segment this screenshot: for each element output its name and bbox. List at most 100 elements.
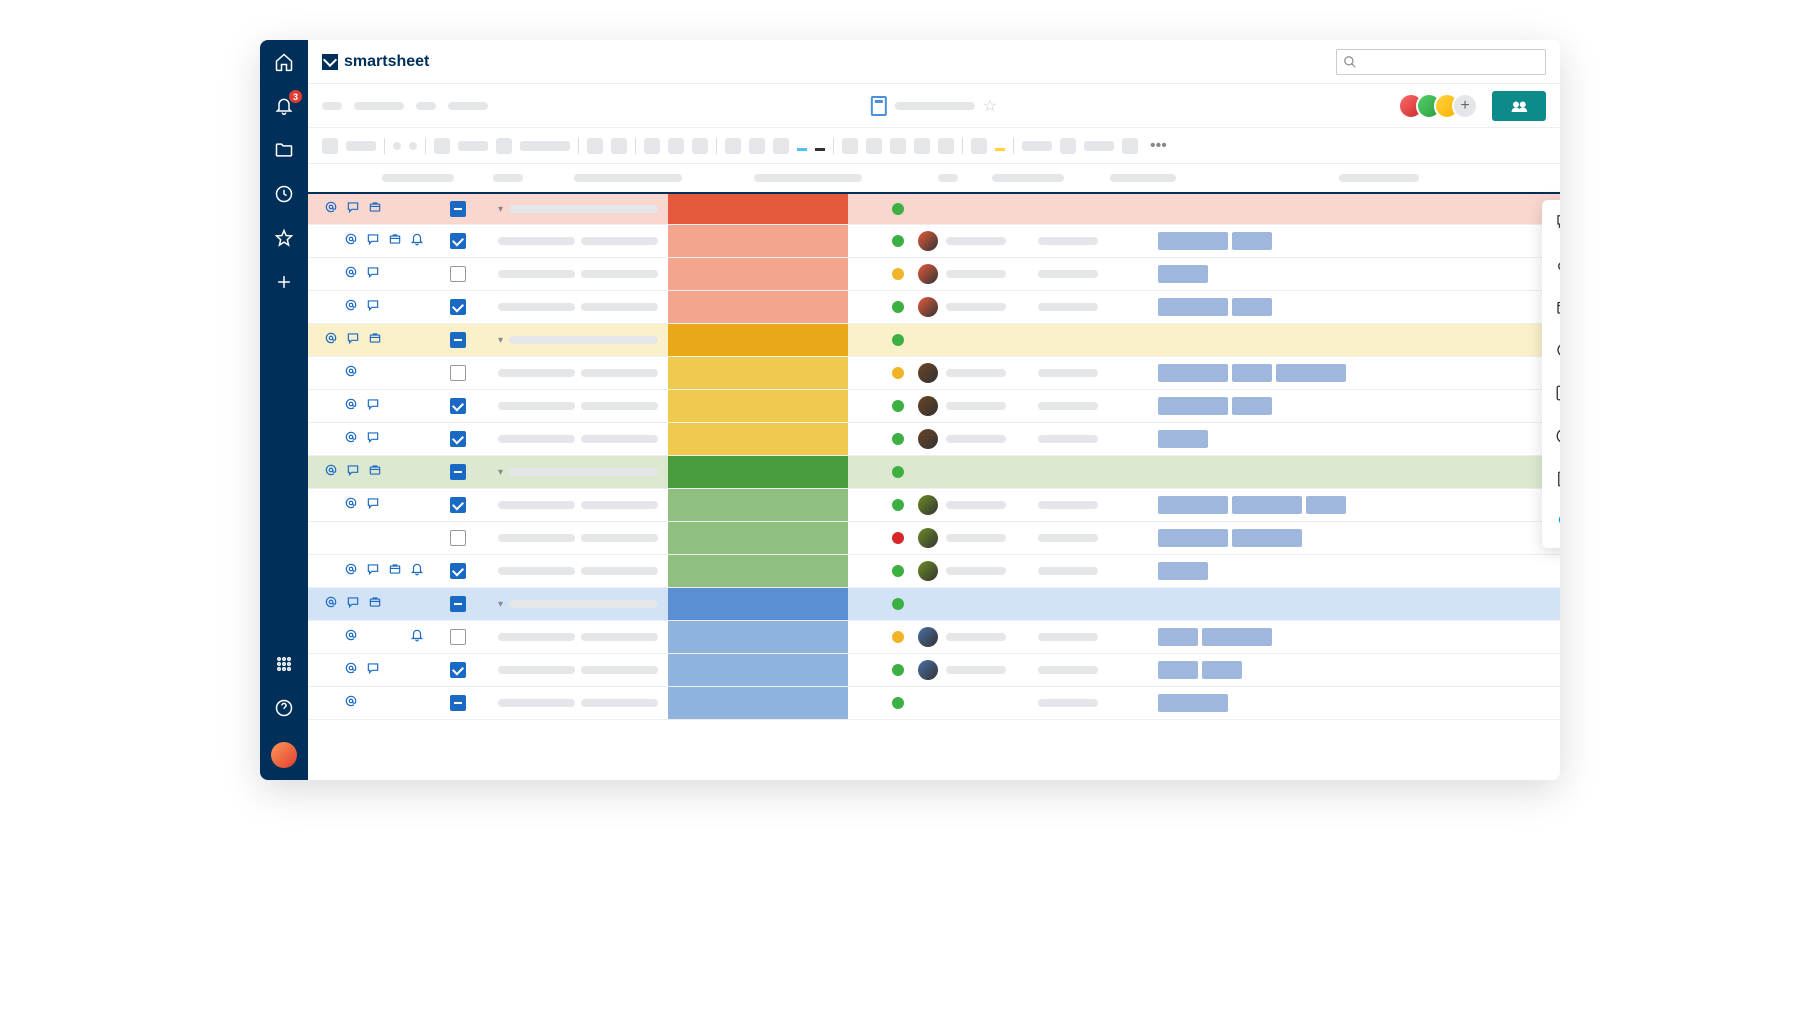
checkbox[interactable] xyxy=(450,596,466,612)
tag-pill[interactable] xyxy=(1158,298,1228,316)
tag-pill[interactable] xyxy=(1202,628,1272,646)
tag-pill[interactable] xyxy=(1158,364,1228,382)
task-name-cell[interactable] xyxy=(498,534,575,542)
at-icon[interactable] xyxy=(344,232,358,251)
color-cell[interactable] xyxy=(668,654,848,686)
date-cell[interactable] xyxy=(1038,666,1098,674)
checkbox[interactable] xyxy=(450,398,466,414)
toolbar-button[interactable] xyxy=(322,138,338,154)
back-button[interactable] xyxy=(322,102,342,110)
at-icon[interactable] xyxy=(344,397,358,416)
toolbar-button[interactable] xyxy=(1060,138,1076,154)
comments-icon[interactable] xyxy=(1555,212,1560,235)
toolbar-button[interactable] xyxy=(890,138,906,154)
color-cell[interactable] xyxy=(668,357,848,389)
toolbar-button[interactable] xyxy=(971,138,987,154)
chat-icon[interactable] xyxy=(366,430,380,449)
table-row[interactable]: ▾ xyxy=(308,588,1560,621)
table-row[interactable] xyxy=(308,654,1560,687)
expand-icon[interactable]: ▾ xyxy=(498,599,503,610)
status-dot[interactable] xyxy=(892,697,904,709)
publish-icon[interactable] xyxy=(1555,384,1560,407)
help-icon[interactable] xyxy=(274,698,294,718)
tag-pill[interactable] xyxy=(1158,496,1228,514)
tag-pill[interactable] xyxy=(1158,628,1198,646)
assignee-avatar[interactable] xyxy=(918,528,938,548)
task-name-cell[interactable] xyxy=(509,468,658,476)
table-row[interactable] xyxy=(308,390,1560,423)
task-name-cell[interactable] xyxy=(498,567,575,575)
activity-log-icon[interactable] xyxy=(1555,427,1560,450)
checkbox[interactable] xyxy=(450,332,466,348)
search-input[interactable] xyxy=(1336,49,1546,75)
chat-icon[interactable] xyxy=(366,298,380,317)
at-icon[interactable] xyxy=(344,430,358,449)
more-toolbar-icon[interactable]: ••• xyxy=(1150,137,1167,155)
task-name-cell[interactable] xyxy=(498,303,575,311)
text-color-button[interactable] xyxy=(797,141,807,151)
checkbox[interactable] xyxy=(450,662,466,678)
toolbar-button[interactable] xyxy=(644,138,660,154)
share-button[interactable] xyxy=(1492,91,1546,121)
date-cell[interactable] xyxy=(1038,303,1098,311)
date-cell[interactable] xyxy=(1038,699,1098,707)
favorites-icon[interactable] xyxy=(274,228,294,248)
toolbar-button[interactable] xyxy=(611,138,627,154)
chat-icon[interactable] xyxy=(366,496,380,515)
summary-icon[interactable] xyxy=(1555,470,1560,493)
date-cell[interactable] xyxy=(1038,237,1098,245)
expand-icon[interactable]: ▾ xyxy=(498,467,503,478)
bell-icon[interactable] xyxy=(410,628,424,647)
tag-pill[interactable] xyxy=(1158,562,1208,580)
table-row[interactable]: ▾ xyxy=(308,324,1560,357)
status-dot[interactable] xyxy=(892,631,904,643)
table-row[interactable] xyxy=(308,225,1560,258)
tab-placeholder[interactable] xyxy=(416,102,436,110)
task-name-cell[interactable] xyxy=(498,270,575,278)
chat-icon[interactable] xyxy=(346,595,360,614)
add-collaborator-button[interactable]: + xyxy=(1452,93,1478,119)
table-row[interactable] xyxy=(308,357,1560,390)
checkbox[interactable] xyxy=(450,563,466,579)
table-row[interactable] xyxy=(308,687,1560,720)
at-icon[interactable] xyxy=(344,694,358,713)
toolbar-button[interactable] xyxy=(409,142,417,150)
checkbox[interactable] xyxy=(450,431,466,447)
color-cell[interactable] xyxy=(668,489,848,521)
tag-pill[interactable] xyxy=(1158,661,1198,679)
table-row[interactable] xyxy=(308,423,1560,456)
assignee-avatar[interactable] xyxy=(918,396,938,416)
status-dot[interactable] xyxy=(892,268,904,280)
tag-pill[interactable] xyxy=(1202,661,1242,679)
chat-icon[interactable] xyxy=(366,265,380,284)
highlight-button[interactable] xyxy=(995,141,1005,151)
at-icon[interactable] xyxy=(344,496,358,515)
table-row[interactable] xyxy=(308,258,1560,291)
tag-pill[interactable] xyxy=(1232,496,1302,514)
bell-icon[interactable] xyxy=(410,232,424,251)
at-icon[interactable] xyxy=(344,628,358,647)
toolbar-button[interactable] xyxy=(668,138,684,154)
date-cell[interactable] xyxy=(1038,435,1098,443)
table-row[interactable] xyxy=(308,555,1560,588)
table-row[interactable] xyxy=(308,522,1560,555)
at-icon[interactable] xyxy=(344,298,358,317)
notifications-icon[interactable]: 3 xyxy=(274,96,294,116)
task-name-cell[interactable] xyxy=(498,633,575,641)
date-cell[interactable] xyxy=(1038,402,1098,410)
task-name-cell[interactable] xyxy=(498,435,575,443)
col-header[interactable] xyxy=(754,174,862,182)
col-header[interactable] xyxy=(938,174,958,182)
color-cell[interactable] xyxy=(668,621,848,653)
toolbar-button[interactable] xyxy=(587,138,603,154)
color-cell[interactable] xyxy=(668,588,848,620)
color-cell[interactable] xyxy=(668,456,848,488)
at-icon[interactable] xyxy=(344,661,358,680)
tag-pill[interactable] xyxy=(1232,397,1272,415)
assignee-avatar[interactable] xyxy=(918,627,938,647)
at-icon[interactable] xyxy=(344,562,358,581)
task-name-cell[interactable] xyxy=(498,666,575,674)
assignee-avatar[interactable] xyxy=(918,363,938,383)
col-header[interactable] xyxy=(382,174,454,182)
table-row[interactable]: ▾ xyxy=(308,456,1560,489)
